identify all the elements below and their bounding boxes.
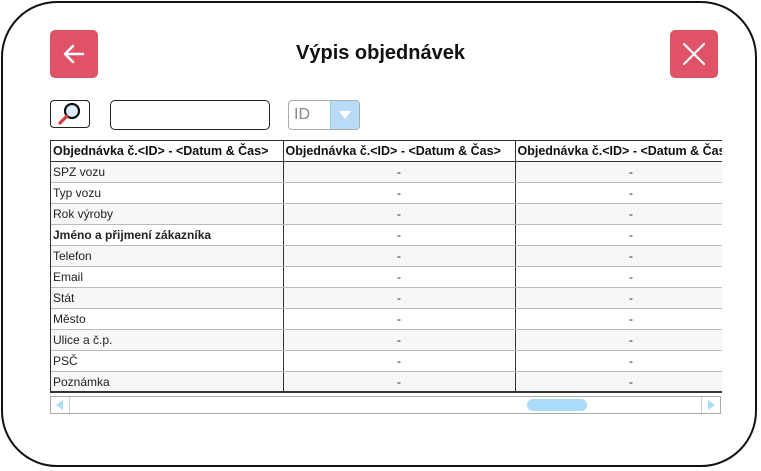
row-label: Ulice a č.p. [51, 329, 284, 351]
horizontal-scrollbar[interactable] [50, 396, 721, 414]
table-row: Ulice a č.p. - - [51, 329, 722, 351]
row-label: Rok výroby [51, 203, 284, 225]
table-row: Stát - - [51, 287, 722, 309]
row-label: Typ vozu [51, 182, 284, 204]
table-cell: - [283, 287, 516, 309]
table-cell: - [515, 203, 722, 225]
table-row: Typ vozu - - [51, 182, 722, 204]
row-label: Jméno a přijmení zákazníka [51, 224, 284, 246]
scrollbar-thumb[interactable] [527, 399, 587, 411]
table-cell: - [283, 182, 516, 204]
scroll-left-arrow-icon[interactable] [51, 397, 70, 413]
table-cell: - [515, 371, 722, 391]
table-row: Email - - [51, 266, 722, 288]
row-label: Telefon [51, 245, 284, 267]
table-header-row: Objednávka č.<ID> - <Datum & Čas> Objedn… [51, 141, 722, 162]
row-label: PSČ [51, 350, 284, 372]
column-header: Objednávka č.<ID> - <Datum & Čas> [515, 141, 722, 162]
close-icon [682, 42, 706, 66]
table-cell: - [515, 287, 722, 309]
table-cell: - [515, 224, 722, 246]
row-label: Email [51, 266, 284, 288]
magnifier-icon [58, 102, 81, 125]
row-label: SPZ vozu [51, 161, 284, 183]
table-cell: - [515, 182, 722, 204]
table-cell: - [283, 350, 516, 372]
table-cell: - [515, 350, 722, 372]
orders-table: Objednávka č.<ID> - <Datum & Čas> Objedn… [51, 141, 722, 391]
table-cell: - [283, 266, 516, 288]
row-label: Město [51, 308, 284, 330]
table-cell: - [515, 266, 722, 288]
table-cell: - [515, 161, 722, 183]
table-row: PSČ - - [51, 350, 722, 372]
table-cell: - [283, 203, 516, 225]
table-cell: - [283, 245, 516, 267]
scroll-right-arrow-icon[interactable] [701, 397, 720, 413]
table-cell: - [515, 329, 722, 351]
search-button[interactable] [50, 100, 90, 128]
table-cell: - [515, 308, 722, 330]
table-cell: - [283, 371, 516, 391]
table-cell: - [283, 161, 516, 183]
chevron-down-icon[interactable] [330, 101, 359, 129]
table-row: Telefon - - [51, 245, 722, 267]
search-input[interactable] [110, 100, 270, 130]
table-row: Poznámka - - [51, 371, 722, 391]
filter-select-value: ID [294, 106, 310, 123]
filter-select[interactable]: ID [288, 100, 360, 130]
table-row: SPZ vozu - - [51, 161, 722, 183]
table-cell: - [283, 329, 516, 351]
table-row: Město - - [51, 308, 722, 330]
column-header: Objednávka č.<ID> - <Datum & Čas> [51, 141, 284, 162]
row-label: Poznámka [51, 371, 284, 391]
close-button[interactable] [670, 30, 718, 78]
page-title: Výpis objednávek [296, 42, 465, 64]
table-row: Jméno a přijmení zákazníka - - [51, 224, 722, 246]
table-cell: - [515, 245, 722, 267]
table-cell: - [283, 224, 516, 246]
row-label: Stát [51, 287, 284, 309]
orders-table-container: Objednávka č.<ID> - <Datum & Čas> Objedn… [50, 140, 722, 393]
table-row: Rok výroby - - [51, 203, 722, 225]
table-cell: - [283, 308, 516, 330]
column-header: Objednávka č.<ID> - <Datum & Čas> [283, 141, 516, 162]
